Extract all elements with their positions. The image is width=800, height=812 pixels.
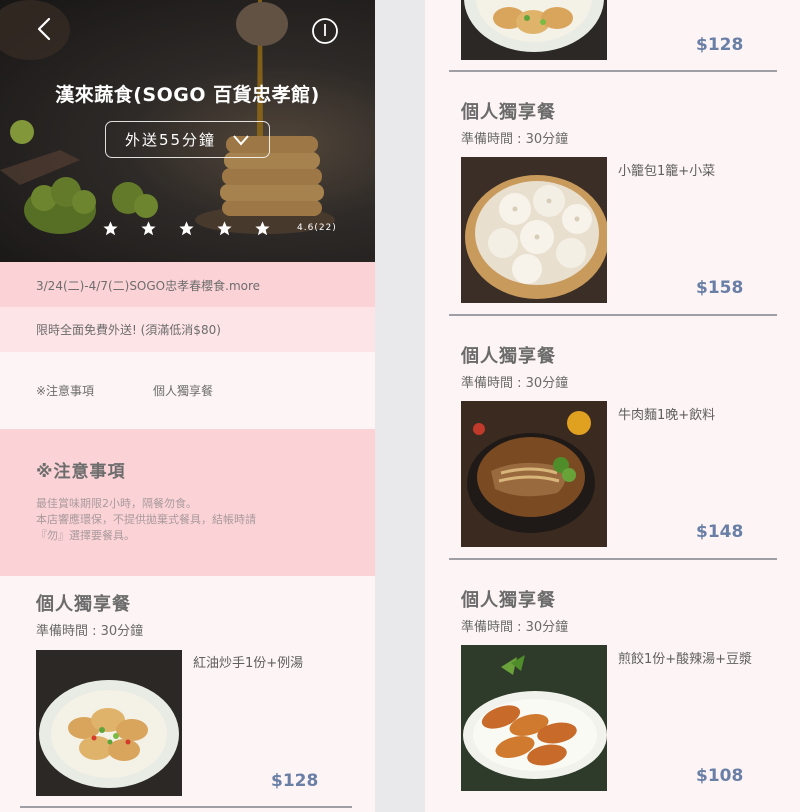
wonton-dish-photo[interactable] [36, 650, 182, 796]
menu-item-card[interactable]: 個人獨享餐 準備時間 : 30分鐘 小籠包1籠+小菜 $158 [425, 84, 800, 314]
star-icon [179, 221, 194, 236]
divider [20, 806, 352, 808]
promo-banner-event[interactable]: 3/24(二)-4/7(二)SOGO忠孝春櫻食.more [0, 262, 375, 307]
notice-body: 最佳賞味期限2小時，隔餐勿食。 本店響應環保，不提供拋棄式餐具，結帳時請 『勿』… [36, 496, 375, 544]
star-icon [217, 221, 232, 236]
wonton-dish-photo[interactable] [461, 0, 607, 60]
info-icon[interactable] [311, 17, 339, 45]
star-icon [141, 221, 156, 236]
menu-item-prep-time: 準備時間 : 30分鐘 [461, 620, 569, 635]
potsticker-photo[interactable] [461, 645, 607, 791]
tab-personal-meal[interactable]: 個人獨享餐 [153, 382, 213, 399]
tab-notice[interactable]: ※注意事項 [36, 382, 94, 399]
menu-item-title: 個人獨享餐 [36, 594, 131, 615]
menu-item-prep-time: 準備時間 : 30分鐘 [36, 624, 144, 639]
notice-line: 『勿』選擇要餐具。 [36, 529, 135, 542]
divider [449, 314, 777, 316]
menu-item-price: $148 [696, 522, 744, 542]
beef-noodle-photo[interactable] [461, 401, 607, 547]
divider [449, 558, 777, 560]
menu-category-tabs: ※注意事項 個人獨享餐 [0, 352, 375, 429]
store-name: 漢來蔬食(SOGO 百貨忠孝館) [55, 84, 320, 106]
promo-banner-free-delivery: 限時全面免費外送! (須滿低消$80) [0, 307, 375, 352]
divider [449, 70, 777, 72]
notice-title: ※注意事項 [36, 462, 126, 482]
notice-section: ※注意事項 最佳賞味期限2小時，隔餐勿食。 本店響應環保，不提供拋棄式餐具，結帳… [0, 429, 375, 576]
menu-item-price: $108 [696, 766, 744, 786]
menu-item-card-partial[interactable]: $128 [425, 0, 800, 72]
menu-item-description: 小籠包1籠+小菜 [618, 164, 716, 179]
menu-item-card[interactable]: 個人獨享餐 準備時間 : 30分鐘 牛肉麵1晚+飲料 $148 [425, 328, 800, 558]
star-icon [103, 221, 118, 236]
menu-item-title: 個人獨享餐 [461, 590, 556, 611]
menu-item-title: 個人獨享餐 [461, 102, 556, 123]
rating-score: 4.6(22) [297, 223, 337, 233]
store-hero-banner: 漢來蔬食(SOGO 百貨忠孝館) 外送55分鐘 4.6(22) [0, 0, 375, 262]
menu-item-description: 煎餃1份+酸辣湯+豆漿 [618, 652, 753, 667]
menu-item-prep-time: 準備時間 : 30分鐘 [461, 376, 569, 391]
rating-stars [102, 220, 271, 237]
notice-line: 本店響應環保，不提供拋棄式餐具，結帳時請 [36, 513, 256, 526]
store-screen-top: 漢來蔬食(SOGO 百貨忠孝館) 外送55分鐘 4.6(22) 3/24(二)-… [0, 0, 375, 812]
delivery-time-label: 外送55分鐘 [124, 131, 217, 149]
menu-item-card[interactable]: 個人獨享餐 準備時間 : 30分鐘 煎餃1份+酸辣湯+豆漿 $108 [425, 572, 800, 812]
star-icon [255, 221, 270, 236]
xiaolongbao-photo[interactable] [461, 157, 607, 303]
notice-line: 最佳賞味期限2小時，隔餐勿食。 [36, 497, 197, 510]
menu-item-price: $128 [696, 35, 744, 55]
chevron-down-icon [233, 134, 249, 146]
menu-item-title: 個人獨享餐 [461, 346, 556, 367]
store-screen-scrolled: $128 個人獨享餐 準備時間 : 30分鐘 小籠包1籠+小菜 $158 個人獨… [425, 0, 800, 812]
menu-item-price: $158 [696, 278, 744, 298]
delivery-time-select[interactable]: 外送55分鐘 [105, 121, 270, 158]
menu-item-description: 紅油炒手1份+例湯 [193, 656, 304, 671]
menu-item-card[interactable]: 個人獨享餐 準備時間 : 30分鐘 紅油炒手1份+例湯 $128 [0, 576, 375, 812]
menu-item-description: 牛肉麵1晚+飲料 [618, 408, 716, 423]
menu-item-price: $128 [271, 771, 319, 791]
menu-item-prep-time: 準備時間 : 30分鐘 [461, 132, 569, 147]
back-chevron-icon[interactable] [32, 14, 56, 44]
